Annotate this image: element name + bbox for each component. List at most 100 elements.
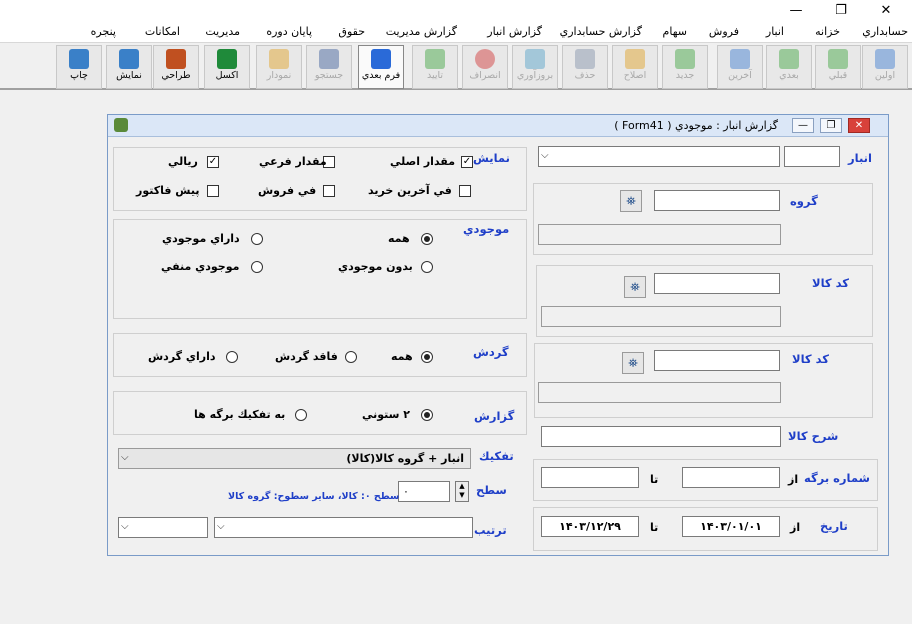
menu-warehouse-rep[interactable]: گزارش انبار <box>487 25 542 38</box>
report-two-column-label: ۲ ستوني <box>362 408 411 421</box>
rial-checkbox[interactable]: ✓ <box>207 156 219 168</box>
search-button[interactable]: جستجو <box>306 45 352 89</box>
next-button[interactable]: بعدي <box>766 45 812 89</box>
menu-accounting-rep[interactable]: گزارش حسابداري <box>560 25 642 38</box>
binoculars-icon: ⛯ <box>626 194 636 208</box>
close-button[interactable]: ✕ <box>866 2 906 20</box>
level-input[interactable]: ۰ <box>398 481 450 502</box>
last-purchase-price-checkbox[interactable] <box>459 185 471 197</box>
pencil-icon <box>625 49 645 69</box>
minimize-button[interactable]: — <box>776 2 816 20</box>
binoculars-icon: ⛯ <box>628 356 638 370</box>
item-code-input-1[interactable] <box>654 273 780 294</box>
menu-facilities[interactable]: امكانات <box>145 25 180 38</box>
chart-button[interactable]: نمودار <box>256 45 302 89</box>
preview-icon <box>119 49 139 69</box>
chevron-down-icon: ⌵ <box>217 521 225 532</box>
item-search-button-2[interactable]: ⛯ <box>622 352 644 374</box>
breakdown-select[interactable]: ⌵ انبار + گروه كالا(كالا) <box>118 448 471 469</box>
sale-price-checkbox[interactable] <box>323 185 335 197</box>
menu-accounting[interactable]: حسابداري <box>862 25 908 38</box>
proforma-checkbox[interactable] <box>207 185 219 197</box>
brush-icon <box>166 49 186 69</box>
item-name-field-1 <box>541 306 781 327</box>
print-button[interactable]: چاپ <box>56 45 102 89</box>
menu-window[interactable]: پنجره <box>91 25 116 38</box>
turnover-has-radio[interactable] <box>226 351 238 363</box>
delete-button[interactable]: حذف <box>562 45 608 89</box>
next-form-button[interactable]: فرم بعدي <box>358 45 404 89</box>
item-description-input[interactable] <box>541 426 781 447</box>
warehouse-select[interactable]: ⌵ <box>538 146 780 167</box>
menu-shares[interactable]: سهام <box>663 25 687 38</box>
menu-period-end[interactable]: پايان دوره <box>266 25 312 38</box>
stock-label: موجودي <box>463 222 510 236</box>
level-stepper[interactable]: ▲ ▼ <box>455 481 469 502</box>
app-logo-icon <box>114 118 128 132</box>
sheet-to-label: تا <box>650 473 659 486</box>
turnover-none-radio[interactable] <box>345 351 357 363</box>
form-minimize-button[interactable]: — <box>792 118 814 133</box>
warehouse-label: انبار <box>848 151 872 165</box>
item-code-label-2: كد كالا <box>792 352 829 366</box>
date-to-label: تا <box>650 521 659 534</box>
breakdown-value: انبار + گروه كالا(كالا) <box>346 452 464 465</box>
main-qty-checkbox[interactable]: ✓ <box>461 156 473 168</box>
stock-zero-radio[interactable] <box>421 261 433 273</box>
order-label: ترتيب <box>474 523 507 537</box>
item-code-input-2[interactable] <box>654 350 780 371</box>
binoculars-icon: ⛯ <box>630 280 640 294</box>
turnover-label: گردش <box>473 345 509 359</box>
previous-button[interactable]: قبلي <box>815 45 861 89</box>
refresh-button[interactable]: بروزآوري <box>512 45 558 89</box>
group-search-button[interactable]: ⛯ <box>620 190 642 212</box>
date-label: تاريخ <box>820 519 848 533</box>
menu-treasury[interactable]: خزانه <box>815 25 840 38</box>
menu-sales[interactable]: فروش <box>709 25 739 38</box>
warehouse-code-input[interactable] <box>784 146 840 167</box>
menu-warehouse[interactable]: انبار <box>766 25 784 38</box>
edit-button[interactable]: اصلاح <box>612 45 658 89</box>
first-button[interactable]: اولين <box>862 45 908 89</box>
report-form: گزارش انبار : موجودي ( Form41 ) — ❐ ✕ نم… <box>107 114 889 556</box>
menu-management-rep[interactable]: گزارش مديريت <box>386 25 457 38</box>
stock-negative-radio[interactable] <box>251 261 263 273</box>
confirm-button[interactable]: تاييد <box>412 45 458 89</box>
group-code-input[interactable] <box>654 190 780 211</box>
cancel-button[interactable]: انصراف <box>462 45 508 89</box>
preview-button[interactable]: نمايش <box>106 45 152 89</box>
check-icon <box>425 49 445 69</box>
sheet-from-input[interactable] <box>682 467 780 488</box>
order-direction-select[interactable]: ⌵ <box>118 517 208 538</box>
proforma-label: پيش فاكتور <box>136 184 200 197</box>
last-button[interactable]: آخرين <box>717 45 763 89</box>
plus-icon <box>675 49 695 69</box>
excel-button[interactable]: اكسل <box>204 45 250 89</box>
restore-button[interactable]: ❐ <box>821 2 861 20</box>
arrow-down-icon <box>730 49 750 69</box>
turnover-all-label: همه <box>391 350 413 363</box>
order-select[interactable]: ⌵ <box>214 517 473 538</box>
report-two-column-radio[interactable] <box>421 409 433 421</box>
form-restore-button[interactable]: ❐ <box>820 118 842 133</box>
report-per-sheet-label: به تفكيك برگه ها <box>194 408 286 421</box>
group-name-field <box>538 224 781 245</box>
menu-management[interactable]: مديريت <box>205 25 240 38</box>
date-from-input[interactable]: ۱۴۰۳/۰۱/۰۱ <box>682 516 780 537</box>
date-to-input[interactable]: ۱۴۰۳/۱۲/۲۹ <box>541 516 639 537</box>
main-qty-label: مقدار اصلي <box>390 155 456 168</box>
menu-payroll[interactable]: حقوق <box>338 25 365 38</box>
design-button[interactable]: طراحي <box>153 45 199 89</box>
turnover-all-radio[interactable] <box>421 351 433 363</box>
stock-all-label: همه <box>388 232 410 245</box>
new-button[interactable]: جديد <box>662 45 708 89</box>
form-close-button[interactable]: ✕ <box>848 118 870 133</box>
report-per-sheet-radio[interactable] <box>295 409 307 421</box>
sheet-to-input[interactable] <box>541 467 639 488</box>
sale-price-label: في فروش <box>258 184 317 197</box>
printer-icon <box>69 49 89 69</box>
stock-all-radio[interactable] <box>421 233 433 245</box>
group-label: گروه <box>790 194 818 208</box>
stock-positive-radio[interactable] <box>251 233 263 245</box>
item-search-button-1[interactable]: ⛯ <box>624 276 646 298</box>
